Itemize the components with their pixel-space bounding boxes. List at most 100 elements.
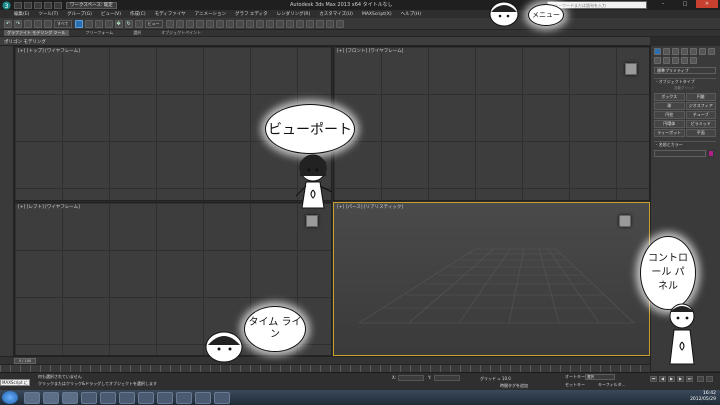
- menu-modifiers[interactable]: モディファイヤ: [155, 11, 186, 17]
- hierarchy-tab-icon[interactable]: [672, 48, 679, 55]
- viewport-front[interactable]: [+] [フロント] [ワイヤフレーム]: [333, 46, 650, 201]
- geosphere-button[interactable]: ジオスフィア: [685, 102, 716, 110]
- media-player-taskbar-icon[interactable]: [62, 391, 78, 404]
- maxscript-listener[interactable]: MAXScript によう: [0, 379, 30, 391]
- modify-tab-icon[interactable]: [663, 48, 670, 55]
- display-tab-icon[interactable]: [690, 48, 697, 55]
- menu-views[interactable]: ビュー(V): [101, 11, 121, 17]
- rotate-icon[interactable]: ↻: [124, 19, 133, 28]
- menu-tools[interactable]: ツール(T): [38, 11, 58, 17]
- render-production-icon[interactable]: [335, 19, 344, 28]
- mirror-icon[interactable]: [245, 19, 254, 28]
- object-color-swatch[interactable]: [708, 150, 714, 157]
- viewport-left-label[interactable]: [+] [レフト] [ワイヤフレーム]: [18, 204, 80, 210]
- system-tray-clock[interactable]: 16:42 2012/05/29: [690, 391, 716, 403]
- autogrid-checkbox[interactable]: 自動グリッド: [674, 86, 717, 91]
- layer-manager-icon[interactable]: [265, 19, 274, 28]
- cameras-icon[interactable]: [672, 57, 679, 64]
- viewport-perspective[interactable]: [+] [パース] [リアリスティック]: [333, 202, 650, 356]
- teapot-button[interactable]: ティーポット: [654, 129, 685, 137]
- menu-edit[interactable]: 編集(E): [14, 11, 29, 17]
- pan-icon[interactable]: [706, 376, 713, 382]
- reference-coord-select[interactable]: ビュー: [144, 19, 163, 28]
- menu-rendering[interactable]: レンダリング(R): [277, 11, 311, 17]
- menu-maxscript[interactable]: MAXScript(X): [362, 12, 392, 17]
- select-object-icon[interactable]: [74, 19, 83, 28]
- spacewarps-icon[interactable]: [690, 57, 697, 64]
- app-logo-icon[interactable]: 3: [0, 0, 12, 10]
- keyboard-shortcut-icon[interactable]: [185, 19, 194, 28]
- y-coord-field[interactable]: [434, 375, 460, 381]
- move-icon[interactable]: ✥: [114, 19, 123, 28]
- undo-icon[interactable]: [44, 1, 52, 9]
- help-search-input[interactable]: キーワードまたは語句を入力: [547, 1, 647, 9]
- photoshop-taskbar-icon[interactable]: [214, 391, 230, 404]
- material-editor-icon[interactable]: [305, 19, 314, 28]
- set-key-button[interactable]: セットキー: [565, 382, 585, 388]
- rectangle-selection-icon[interactable]: [94, 19, 103, 28]
- helpers-icon[interactable]: [681, 57, 688, 64]
- named-selection-icon[interactable]: [235, 19, 244, 28]
- play-icon[interactable]: ▶: [668, 376, 675, 382]
- pyramid-button[interactable]: ピラミッド: [685, 120, 716, 128]
- maximize-button[interactable]: □: [674, 0, 696, 8]
- firefox-taskbar-icon[interactable]: [81, 391, 97, 404]
- viewport-top-label[interactable]: [+] [トップ] [ワイヤフレーム]: [18, 48, 80, 54]
- redo-icon[interactable]: [54, 1, 62, 9]
- tab-object-paint[interactable]: オブジェクトペイント: [158, 30, 204, 36]
- select-by-name-icon[interactable]: [84, 19, 93, 28]
- redo-button[interactable]: ↷: [14, 19, 22, 28]
- 3dsmax-taskbar-icon[interactable]: [176, 391, 192, 404]
- start-button-icon[interactable]: [2, 391, 18, 404]
- geometry-icon[interactable]: [708, 48, 715, 55]
- polygon-modeling-label[interactable]: ポリゴン モデリング: [4, 40, 46, 45]
- explorer-taskbar-icon[interactable]: [43, 391, 59, 404]
- viewcube-front-icon[interactable]: [625, 63, 637, 75]
- schematic-view-icon[interactable]: [295, 19, 304, 28]
- percent-snap-icon[interactable]: [215, 19, 224, 28]
- rollout-object-type[interactable]: - オブジェクトタイプ: [654, 78, 716, 85]
- app-taskbar-icon-1[interactable]: [100, 391, 116, 404]
- app-taskbar-icon-4[interactable]: [157, 391, 173, 404]
- app-taskbar-icon-2[interactable]: [119, 391, 135, 404]
- menu-animation[interactable]: アニメーション: [195, 11, 226, 17]
- go-to-start-icon[interactable]: ⏮: [650, 376, 657, 382]
- save-file-icon[interactable]: [34, 1, 42, 9]
- tab-graphite-modeling[interactable]: グラファイト モデリング ツール: [4, 30, 69, 36]
- primitive-category-select[interactable]: 標準プリミティブ: [654, 67, 716, 74]
- shapes-icon[interactable]: [654, 57, 661, 64]
- cone-button[interactable]: 円錐: [685, 93, 716, 101]
- viewcube-persp-icon[interactable]: [619, 215, 631, 227]
- rollout-name-color[interactable]: - 名前とカラー: [654, 141, 716, 148]
- zoom-icon[interactable]: [697, 376, 704, 382]
- new-file-icon[interactable]: [14, 1, 22, 9]
- viewport-front-label[interactable]: [+] [フロント] [ワイヤフレーム]: [337, 48, 403, 54]
- tab-freeform[interactable]: フリーフォーム: [83, 30, 117, 36]
- auto-key-button[interactable]: オートキー: [565, 374, 585, 380]
- menu-help[interactable]: ヘルプ(H): [401, 11, 421, 17]
- torus-button[interactable]: 円環体: [654, 120, 685, 128]
- previous-frame-icon[interactable]: ◀: [659, 376, 666, 382]
- rendered-frame-icon[interactable]: [325, 19, 334, 28]
- minimize-button[interactable]: –: [652, 0, 674, 8]
- x-coord-field[interactable]: [398, 375, 424, 381]
- sphere-button[interactable]: 球: [654, 102, 685, 110]
- menu-group[interactable]: グループ(G): [67, 11, 92, 17]
- render-setup-icon[interactable]: [315, 19, 324, 28]
- curve-editor-icon[interactable]: [285, 19, 294, 28]
- tab-selection[interactable]: 選択: [130, 30, 144, 36]
- ie-taskbar-icon[interactable]: [24, 391, 40, 404]
- next-frame-icon[interactable]: ▶: [677, 376, 684, 382]
- lights-icon[interactable]: [663, 57, 670, 64]
- close-button[interactable]: ✕: [696, 0, 718, 8]
- snap-toggle-icon[interactable]: [195, 19, 204, 28]
- menu-graph-editors[interactable]: グラフ エディタ: [235, 11, 268, 17]
- plane-button[interactable]: 平面: [685, 129, 716, 137]
- bind-spacewarp-icon[interactable]: [44, 19, 52, 28]
- tube-button[interactable]: チューブ: [685, 111, 716, 119]
- unlink-icon[interactable]: [34, 19, 42, 28]
- app-taskbar-icon-5[interactable]: [195, 391, 211, 404]
- object-name-input[interactable]: [654, 150, 706, 157]
- track-bar[interactable]: [0, 364, 650, 372]
- go-to-end-icon[interactable]: ⏭: [686, 376, 693, 382]
